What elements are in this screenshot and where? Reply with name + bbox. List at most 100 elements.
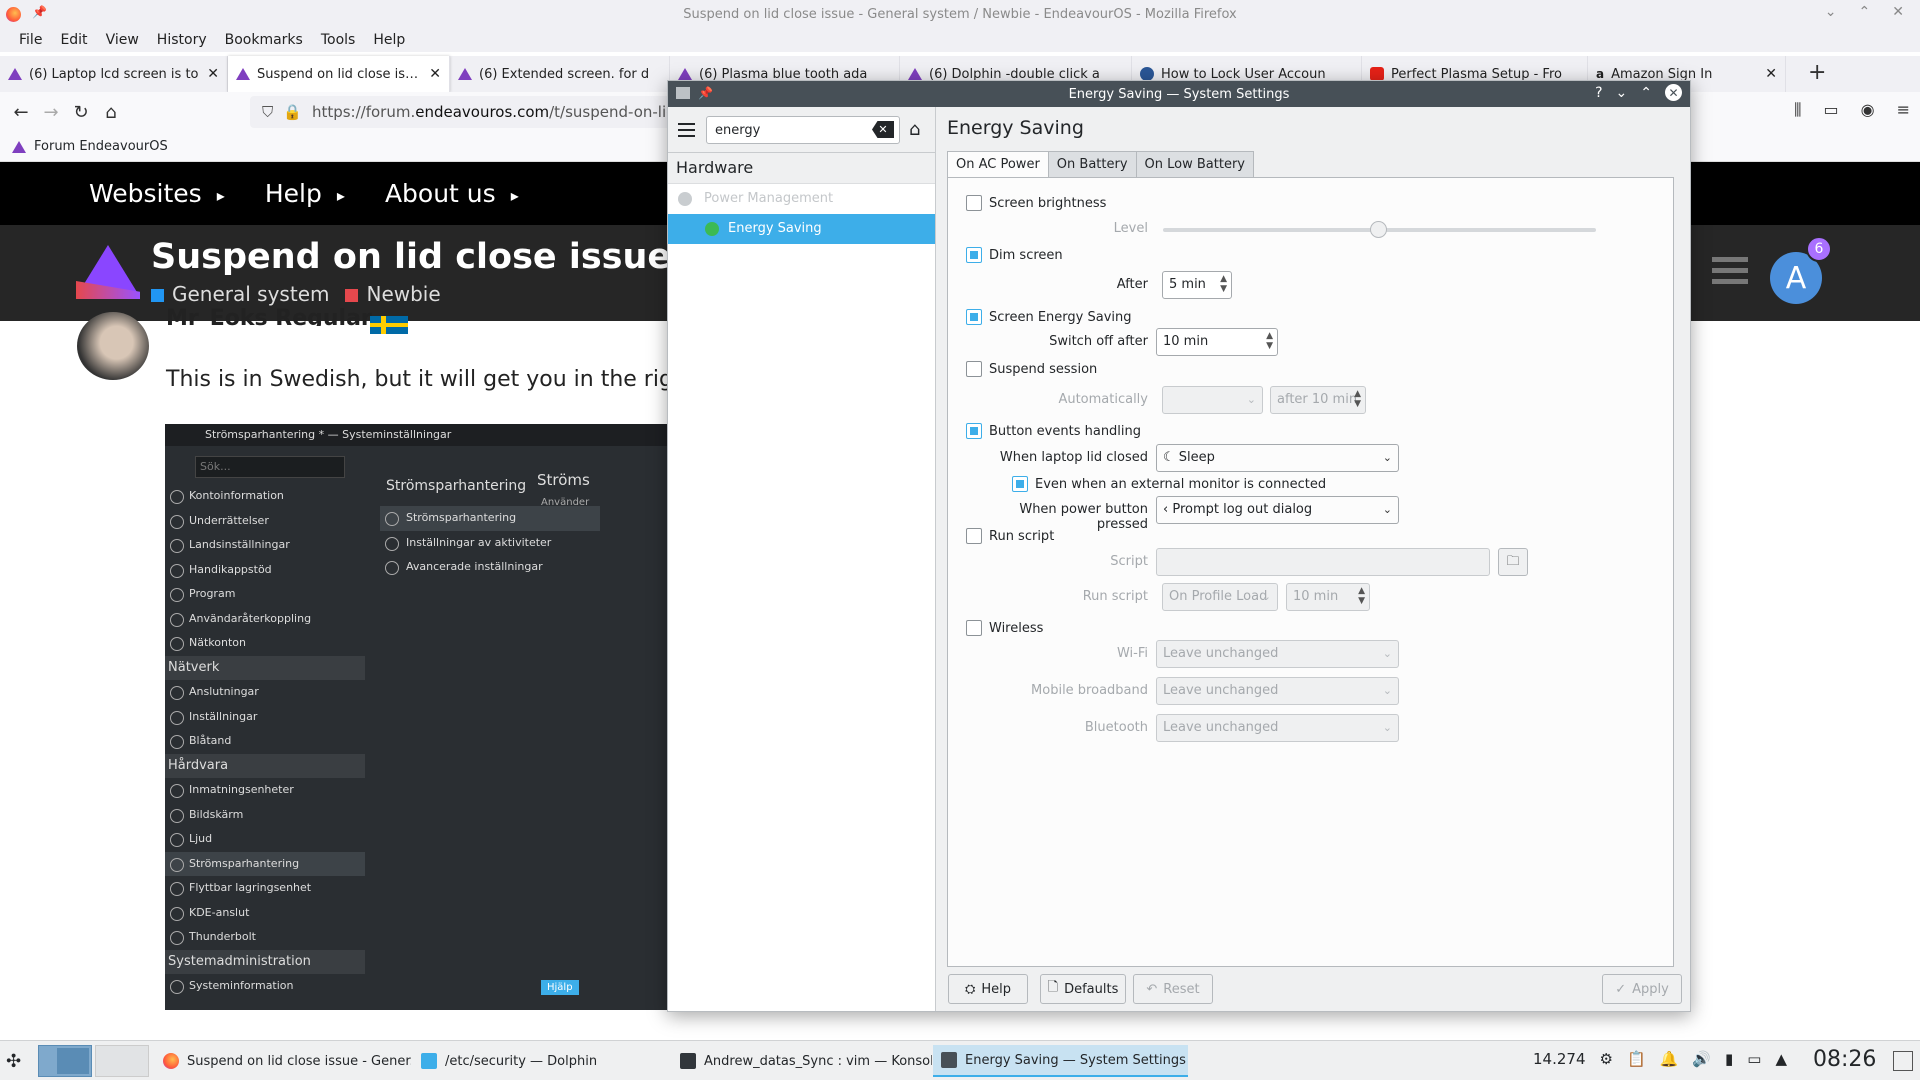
clock[interactable]: 08:26 xyxy=(1813,1047,1876,1072)
module-power-management[interactable]: Power Management xyxy=(668,184,935,214)
display-icon[interactable]: ▭ xyxy=(1747,1050,1761,1068)
folder-icon[interactable]: 🗀 xyxy=(1498,548,1528,576)
wifi-combo[interactable]: Leave unchanged ⌄ xyxy=(1156,640,1399,668)
search-input[interactable] xyxy=(706,116,900,144)
spin-arrows-icon[interactable]: ▲ ▼ xyxy=(1266,331,1273,351)
task-dolphin[interactable]: /etc/security — Dolphin xyxy=(413,1045,669,1077)
suspend-session-row[interactable]: Suspend session xyxy=(966,361,1097,377)
spin-arrows-icon[interactable]: ▲ ▼ xyxy=(1354,389,1361,409)
clipboard-icon[interactable]: 📋 xyxy=(1627,1050,1646,1068)
tab-battery[interactable]: On Battery xyxy=(1047,151,1137,178)
run-script-row[interactable]: Run script xyxy=(966,528,1054,544)
notifications-icon[interactable]: 🔔 xyxy=(1660,1050,1679,1068)
nav-about[interactable]: About us xyxy=(385,179,519,208)
level-slider[interactable] xyxy=(1163,221,1596,238)
menu-history[interactable]: History xyxy=(148,32,216,48)
browser-tab[interactable]: (6) Laptop lcd screen is to ✕ xyxy=(0,56,228,92)
external-monitor-row[interactable]: Even when an external monitor is connect… xyxy=(1012,476,1326,492)
external-monitor-checkbox[interactable] xyxy=(1012,476,1028,492)
show-desktop-icon[interactable] xyxy=(1893,1051,1913,1071)
nav-help[interactable]: Help xyxy=(265,179,345,208)
dim-after-spinbox[interactable]: 5 min ▲ ▼ xyxy=(1162,271,1232,299)
maximize-button[interactable]: ⌃ xyxy=(1859,4,1871,20)
minimize-button[interactable]: ⌄ xyxy=(1825,4,1837,20)
button-events-checkbox[interactable] xyxy=(966,423,982,439)
defaults-button[interactable]: 🗋 Defaults xyxy=(1040,974,1126,1004)
post-author-name[interactable]: Mr_Eoks Regular xyxy=(166,306,372,326)
hamburger-menu-icon[interactable] xyxy=(1712,257,1748,290)
spin-arrows-icon[interactable]: ▲ ▼ xyxy=(1220,274,1227,294)
task-firefox[interactable]: Suspend on lid close issue - Gener... xyxy=(155,1045,411,1077)
volume-icon[interactable]: 🔊 xyxy=(1692,1050,1711,1068)
slider-handle[interactable] xyxy=(1370,221,1387,238)
help-titlebar-button[interactable]: ? xyxy=(1595,85,1602,101)
mobile-broadband-combo[interactable]: Leave unchanged ⌄ xyxy=(1156,677,1399,705)
run-script-combo[interactable]: On Profile Load ⌄ xyxy=(1162,583,1278,611)
settings-app-icon[interactable] xyxy=(676,87,690,99)
button-events-row[interactable]: Button events handling xyxy=(966,423,1141,439)
wireless-row[interactable]: Wireless xyxy=(966,620,1043,636)
help-button[interactable]: ⛭ Help xyxy=(948,974,1028,1004)
expand-tray-icon[interactable]: ▲ xyxy=(1775,1050,1787,1068)
bookmark-forum[interactable]: Forum EndeavourOS xyxy=(34,139,168,154)
back-icon[interactable]: ← xyxy=(6,102,36,123)
suspend-after-spinbox[interactable]: after 10 min ▲ ▼ xyxy=(1270,386,1366,414)
network-monitor-icon[interactable]: ⚙ xyxy=(1600,1050,1613,1068)
close-tab-icon[interactable]: ✕ xyxy=(1765,66,1777,82)
close-button[interactable]: ✕ xyxy=(1892,4,1904,20)
category-general-system[interactable]: General system xyxy=(151,282,329,306)
virtual-desktop-1[interactable] xyxy=(38,1045,92,1077)
forward-icon[interactable]: → xyxy=(36,102,66,123)
menu-help[interactable]: Help xyxy=(364,32,414,48)
library-icon[interactable]: ⫼ xyxy=(1794,100,1801,120)
menu-view[interactable]: View xyxy=(97,32,148,48)
battery-icon[interactable]: ▮ xyxy=(1725,1050,1733,1068)
lid-closed-combo[interactable]: ☾ Sleep ⌄ xyxy=(1156,444,1399,472)
screen-brightness-row[interactable]: Screen brightness xyxy=(966,195,1106,211)
screen-energy-checkbox[interactable] xyxy=(966,309,982,325)
spin-arrows-icon[interactable]: ▲ ▼ xyxy=(1358,586,1365,606)
close-tab-icon[interactable]: ✕ xyxy=(429,66,441,82)
minimize-button[interactable]: ⌄ xyxy=(1616,85,1628,101)
close-button[interactable]: ✕ xyxy=(1665,84,1682,101)
topic-title[interactable]: Suspend on lid close issue xyxy=(151,237,671,277)
wireless-checkbox[interactable] xyxy=(966,620,982,636)
browser-tab-active[interactable]: Suspend on lid close issue ✕ xyxy=(228,56,450,92)
menu-bookmarks[interactable]: Bookmarks xyxy=(216,32,312,48)
new-tab-button[interactable]: + xyxy=(1808,60,1826,85)
screen-energy-row[interactable]: Screen Energy Saving xyxy=(966,309,1132,325)
sidebar-icon[interactable]: ▭ xyxy=(1824,100,1839,120)
account-icon[interactable]: ◉ xyxy=(1861,100,1875,120)
reset-button[interactable]: ↶ Reset xyxy=(1133,974,1213,1004)
tab-ac-power[interactable]: On AC Power xyxy=(947,151,1049,179)
suspend-action-combo[interactable]: ⌄ xyxy=(1162,386,1263,414)
maximize-button[interactable]: ⌃ xyxy=(1640,85,1652,101)
task-konsole[interactable]: Andrew_datas_Sync : vim — Konsole xyxy=(672,1045,932,1077)
power-button-combo[interactable]: ‹ Prompt log out dialog ⌄ xyxy=(1156,496,1399,524)
menu-tools[interactable]: Tools xyxy=(312,32,365,48)
screen-brightness-checkbox[interactable] xyxy=(966,195,982,211)
pin-icon[interactable]: 📌 xyxy=(698,86,713,100)
notification-badge[interactable]: 6 xyxy=(1806,236,1832,262)
menu-edit[interactable]: Edit xyxy=(51,32,96,48)
switch-off-spinbox[interactable]: 10 min ▲ ▼ xyxy=(1156,328,1278,356)
reload-icon[interactable]: ↻ xyxy=(66,102,96,123)
tab-low-battery[interactable]: On Low Battery xyxy=(1135,151,1254,178)
suspend-session-checkbox[interactable] xyxy=(966,361,982,377)
virtual-desktop-2[interactable] xyxy=(95,1045,149,1077)
pin-icon[interactable]: 📌 xyxy=(32,5,47,19)
app-launcher-icon[interactable]: ✣ xyxy=(6,1051,21,1072)
menu-file[interactable]: File xyxy=(10,32,51,48)
browser-tab[interactable]: (6) Extended screen. for d xyxy=(450,56,670,92)
home-icon[interactable]: ⌂ xyxy=(96,102,126,123)
apply-button[interactable]: ✓ Apply xyxy=(1602,974,1682,1004)
run-script-time-spinbox[interactable]: 10 min ▲ ▼ xyxy=(1286,583,1370,611)
nav-websites[interactable]: Websites xyxy=(89,179,225,208)
home-icon[interactable]: ⌂ xyxy=(909,119,920,140)
app-menu-icon[interactable]: ≡ xyxy=(1897,100,1910,120)
dim-screen-checkbox[interactable] xyxy=(966,247,982,263)
embedded-screenshot[interactable]: Strömsparhantering * — Systeminställning… xyxy=(165,424,670,1010)
lock-icon[interactable]: 🔒 xyxy=(283,103,302,121)
script-path-field[interactable] xyxy=(1156,548,1490,576)
dim-screen-row[interactable]: Dim screen xyxy=(966,247,1063,263)
